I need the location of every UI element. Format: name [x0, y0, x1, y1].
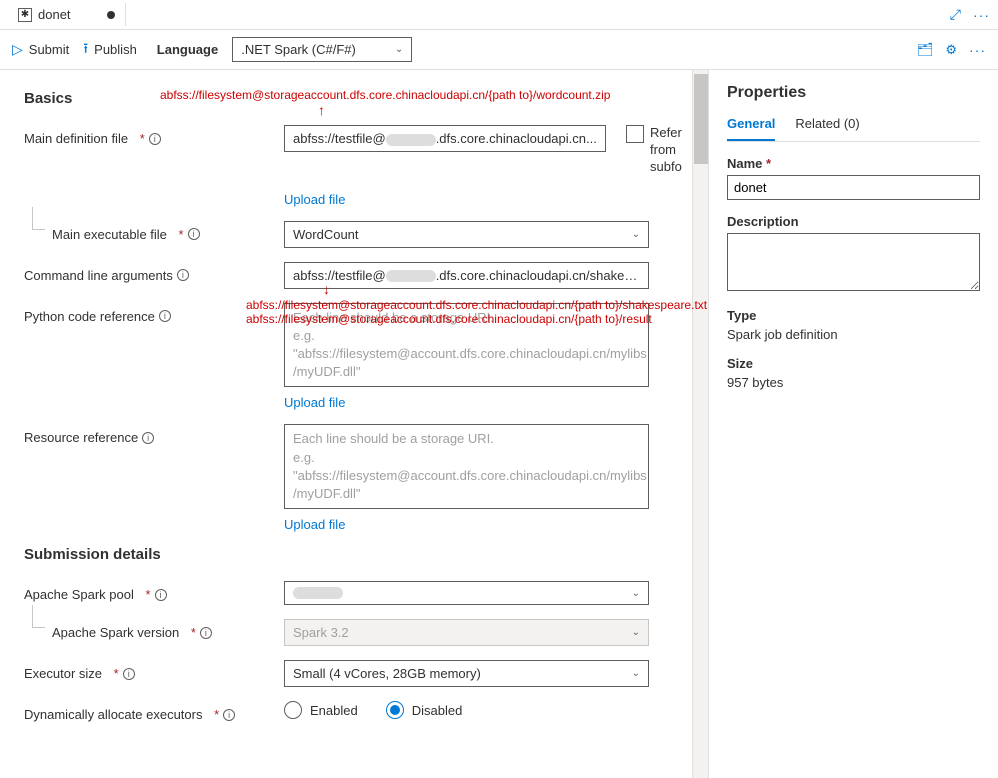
info-icon[interactable]: i — [177, 269, 189, 281]
tabs: ✱ donet — [8, 3, 126, 26]
more-icon[interactable]: ··· — [973, 7, 990, 23]
spark-pool-label: Apache Spark pool * i — [24, 581, 274, 602]
enabled-radio[interactable]: Enabled — [284, 701, 358, 719]
info-icon[interactable]: i — [142, 432, 154, 444]
chevron-down-icon: ⌄ — [632, 588, 640, 599]
chevron-down-icon: ⌄ — [632, 627, 640, 638]
more-toolbar-icon[interactable]: ··· — [969, 42, 986, 58]
size-value: 957 bytes — [727, 375, 783, 390]
info-icon[interactable]: i — [223, 709, 235, 721]
language-label: Language — [157, 42, 218, 57]
executor-size-select[interactable]: Small (4 vCores, 28GB memory) ⌄ — [284, 660, 649, 687]
info-icon[interactable]: i — [159, 310, 171, 322]
chevron-down-icon: ⌄ — [395, 44, 403, 55]
main-executable-label: Main executable file * i — [24, 221, 274, 242]
reference-subfolder-checkbox[interactable]: Referfromsubfo — [626, 125, 684, 176]
main-executable-select[interactable]: WordCount ⌄ — [284, 221, 649, 248]
chevron-down-icon: ⌄ — [632, 668, 640, 679]
file-icon: ✱ — [18, 8, 32, 22]
properties-panel: Properties General Related (0) Name * De… — [708, 70, 998, 778]
type-value: Spark job definition — [727, 327, 838, 342]
main-definition-label: Main definition file * i — [24, 125, 274, 146]
cmd-args-input[interactable]: abfss://testfile@.dfs.core.chinacloudapi… — [284, 262, 649, 289]
size-label: Size — [727, 356, 980, 371]
name-label: Name * — [727, 156, 980, 171]
main-form: abfss://filesystem@storageaccount.dfs.co… — [0, 70, 708, 778]
description-label: Description — [727, 214, 980, 229]
language-select[interactable]: .NET Spark (C#/F#) ⌄ — [232, 37, 412, 62]
play-icon: ▷ — [12, 41, 23, 58]
info-icon[interactable]: i — [188, 228, 200, 240]
python-ref-label: Python code reference i — [24, 303, 274, 324]
tab-general[interactable]: General — [727, 116, 775, 141]
code-icon[interactable]: 🗂 — [917, 42, 934, 58]
spark-version-label: Apache Spark version * i — [24, 619, 274, 640]
radio-icon — [386, 701, 404, 719]
settings-icon[interactable]: ⚙ — [945, 42, 957, 58]
scrollbar[interactable] — [692, 70, 708, 778]
file-tab[interactable]: ✱ donet — [8, 3, 126, 26]
info-icon[interactable]: i — [155, 589, 167, 601]
info-icon[interactable]: i — [149, 133, 161, 145]
upload-file-link[interactable]: Upload file — [284, 192, 345, 207]
cmd-args-label: Command line arguments i — [24, 262, 274, 283]
resource-ref-textarea[interactable]: Each line should be a storage URI.e.g."a… — [284, 424, 649, 509]
arrow-up-icon: ↑ — [318, 102, 325, 118]
checkbox-icon — [626, 125, 644, 143]
annotation-shakespeare: abfss://filesystem@storageaccount.dfs.co… — [246, 298, 707, 312]
expand-icon[interactable]: ⤢ — [950, 6, 961, 23]
resource-ref-label: Resource reference i — [24, 424, 274, 445]
upload-icon: ⭱ — [83, 38, 88, 62]
disabled-radio[interactable]: Disabled — [386, 701, 463, 719]
properties-title: Properties — [727, 84, 980, 102]
name-input[interactable] — [727, 175, 980, 200]
publish-button[interactable]: ⭱ Publish — [83, 38, 137, 62]
dynamic-alloc-label: Dynamically allocate executors * i — [24, 701, 274, 722]
title-bar: ✱ donet ⤢ ··· — [0, 0, 998, 30]
upload-file-link[interactable]: Upload file — [284, 395, 345, 410]
main-definition-input[interactable]: abfss://testfile@.dfs.core.chinacloudapi… — [284, 125, 606, 152]
toolbar: ▷ Submit ⭱ Publish Language .NET Spark (… — [0, 30, 998, 70]
info-icon[interactable]: i — [123, 668, 135, 680]
annotation-wordcount: abfss://filesystem@storageaccount.dfs.co… — [160, 88, 610, 102]
executor-size-label: Executor size * i — [24, 660, 274, 681]
radio-icon — [284, 701, 302, 719]
submission-heading: Submission details — [24, 546, 684, 563]
upload-file-link[interactable]: Upload file — [284, 517, 345, 532]
arrow-down-icon: ↓ — [323, 281, 330, 297]
spark-pool-select[interactable]: ⌄ — [284, 581, 649, 605]
tab-related[interactable]: Related (0) — [795, 116, 859, 141]
tab-title: donet — [38, 7, 71, 22]
annotation-result: abfss://filesystem@storageaccount.dfs.co… — [246, 312, 652, 326]
submit-button[interactable]: ▷ Submit — [12, 41, 69, 58]
info-icon[interactable]: i — [200, 627, 212, 639]
description-textarea[interactable] — [727, 233, 980, 291]
spark-version-select: Spark 3.2 ⌄ — [284, 619, 649, 646]
unsaved-dot-icon — [107, 11, 115, 19]
type-label: Type — [727, 308, 980, 323]
chevron-down-icon: ⌄ — [632, 229, 640, 240]
